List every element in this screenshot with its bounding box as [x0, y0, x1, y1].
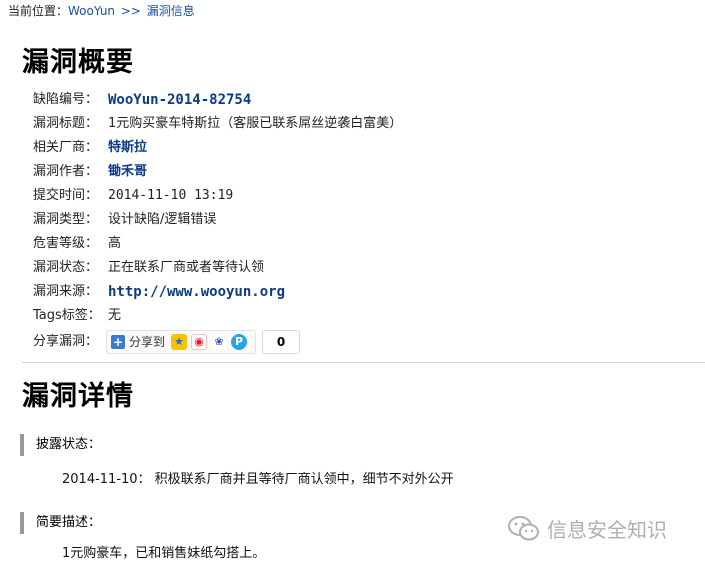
label-severity: 危害等级： — [33, 236, 99, 251]
details-title: 漏洞详情 — [22, 381, 134, 412]
disclosure-heading: 披露状态： — [20, 434, 101, 456]
row-source: 漏洞来源： http://www.wooyun.org — [33, 280, 402, 304]
row-author: 漏洞作者： 锄禾哥 — [33, 160, 402, 184]
brief-heading: 简要描述： — [20, 512, 101, 534]
qzone-icon[interactable]: ★ — [171, 334, 188, 350]
tags-value: 无 — [108, 308, 122, 323]
vendor-link[interactable]: 特斯拉 — [108, 136, 147, 160]
label-vuln-title: 漏洞标题： — [33, 116, 99, 131]
label-status: 漏洞状态： — [33, 260, 99, 275]
disclosure-text: 2014-11-10： 积极联系厂商并且等待厂商认领中，细节不对外公开 — [62, 472, 454, 487]
vuln-status: 正在联系厂商或者等待认领 — [108, 260, 265, 275]
share-to-button[interactable]: 分享到 — [129, 330, 165, 354]
summary-title: 漏洞概要 — [22, 47, 134, 78]
label-vuln-id: 缺陷编号： — [33, 92, 99, 107]
label-tags: Tags标签： — [33, 308, 101, 323]
share-count: 0 — [262, 330, 301, 354]
breadcrumb-prefix: 当前位置： — [8, 4, 69, 18]
brief-text: 1元购豪车，已和销售妹纸勾搭上。 — [62, 546, 266, 561]
row-share: 分享漏洞： + 分享到 ★ ◉ ❀ P 0 — [33, 328, 402, 356]
summary-info-list: 缺陷编号： WooYun-2014-82754 漏洞标题： 1元购买豪车特斯拉（… — [33, 88, 402, 356]
row-tags: Tags标签： 无 — [33, 304, 402, 328]
vuln-type: 设计缺陷/逻辑错误 — [108, 212, 217, 227]
row-vendor: 相关厂商： 特斯拉 — [33, 136, 402, 160]
baidu-icon[interactable]: ❀ — [211, 334, 228, 350]
row-submit-time: 提交时间： 2014-11-10 13:19 — [33, 184, 402, 208]
row-severity: 危害等级： 高 — [33, 232, 402, 256]
watermark-text: 信息安全知识 — [547, 518, 667, 542]
row-vuln-title: 漏洞标题： 1元购买豪车特斯拉（客服已联系屌丝逆袭白富美） — [33, 112, 402, 136]
section-divider — [22, 362, 705, 363]
severity: 高 — [108, 236, 122, 251]
wechat-icon — [508, 515, 539, 540]
breadcrumb-separator: >> — [120, 4, 141, 18]
breadcrumb-home-link[interactable]: WooYun — [68, 4, 115, 18]
label-source: 漏洞来源： — [33, 284, 99, 299]
breadcrumb: 当前位置：WooYun >> 漏洞信息 — [8, 2, 195, 19]
submit-time: 2014-11-10 13:19 — [108, 188, 234, 203]
row-vuln-type: 漏洞类型： 设计缺陷/逻辑错误 — [33, 208, 402, 232]
watermark: 信息安全知识 — [507, 514, 667, 543]
pinterest-icon[interactable]: P — [231, 334, 248, 350]
author-link[interactable]: 锄禾哥 — [108, 160, 147, 184]
weibo-icon[interactable]: ◉ — [191, 334, 208, 350]
source-link[interactable]: http://www.wooyun.org — [108, 280, 285, 304]
label-vendor: 相关厂商： — [33, 140, 99, 155]
share-button-group: + 分享到 ★ ◉ ❀ P — [106, 330, 257, 354]
vuln-title: 1元购买豪车特斯拉（客服已联系屌丝逆袭白富美） — [108, 116, 403, 131]
breadcrumb-current-link[interactable]: 漏洞信息 — [147, 4, 195, 18]
label-author: 漏洞作者： — [33, 164, 99, 179]
row-status: 漏洞状态： 正在联系厂商或者等待认领 — [33, 256, 402, 280]
label-submit-time: 提交时间： — [33, 188, 99, 203]
vuln-id-link[interactable]: WooYun-2014-82754 — [108, 88, 251, 112]
label-vuln-type: 漏洞类型： — [33, 212, 99, 227]
label-share: 分享漏洞： — [33, 334, 99, 349]
plus-icon[interactable]: + — [111, 335, 125, 349]
row-vuln-id: 缺陷编号： WooYun-2014-82754 — [33, 88, 402, 112]
